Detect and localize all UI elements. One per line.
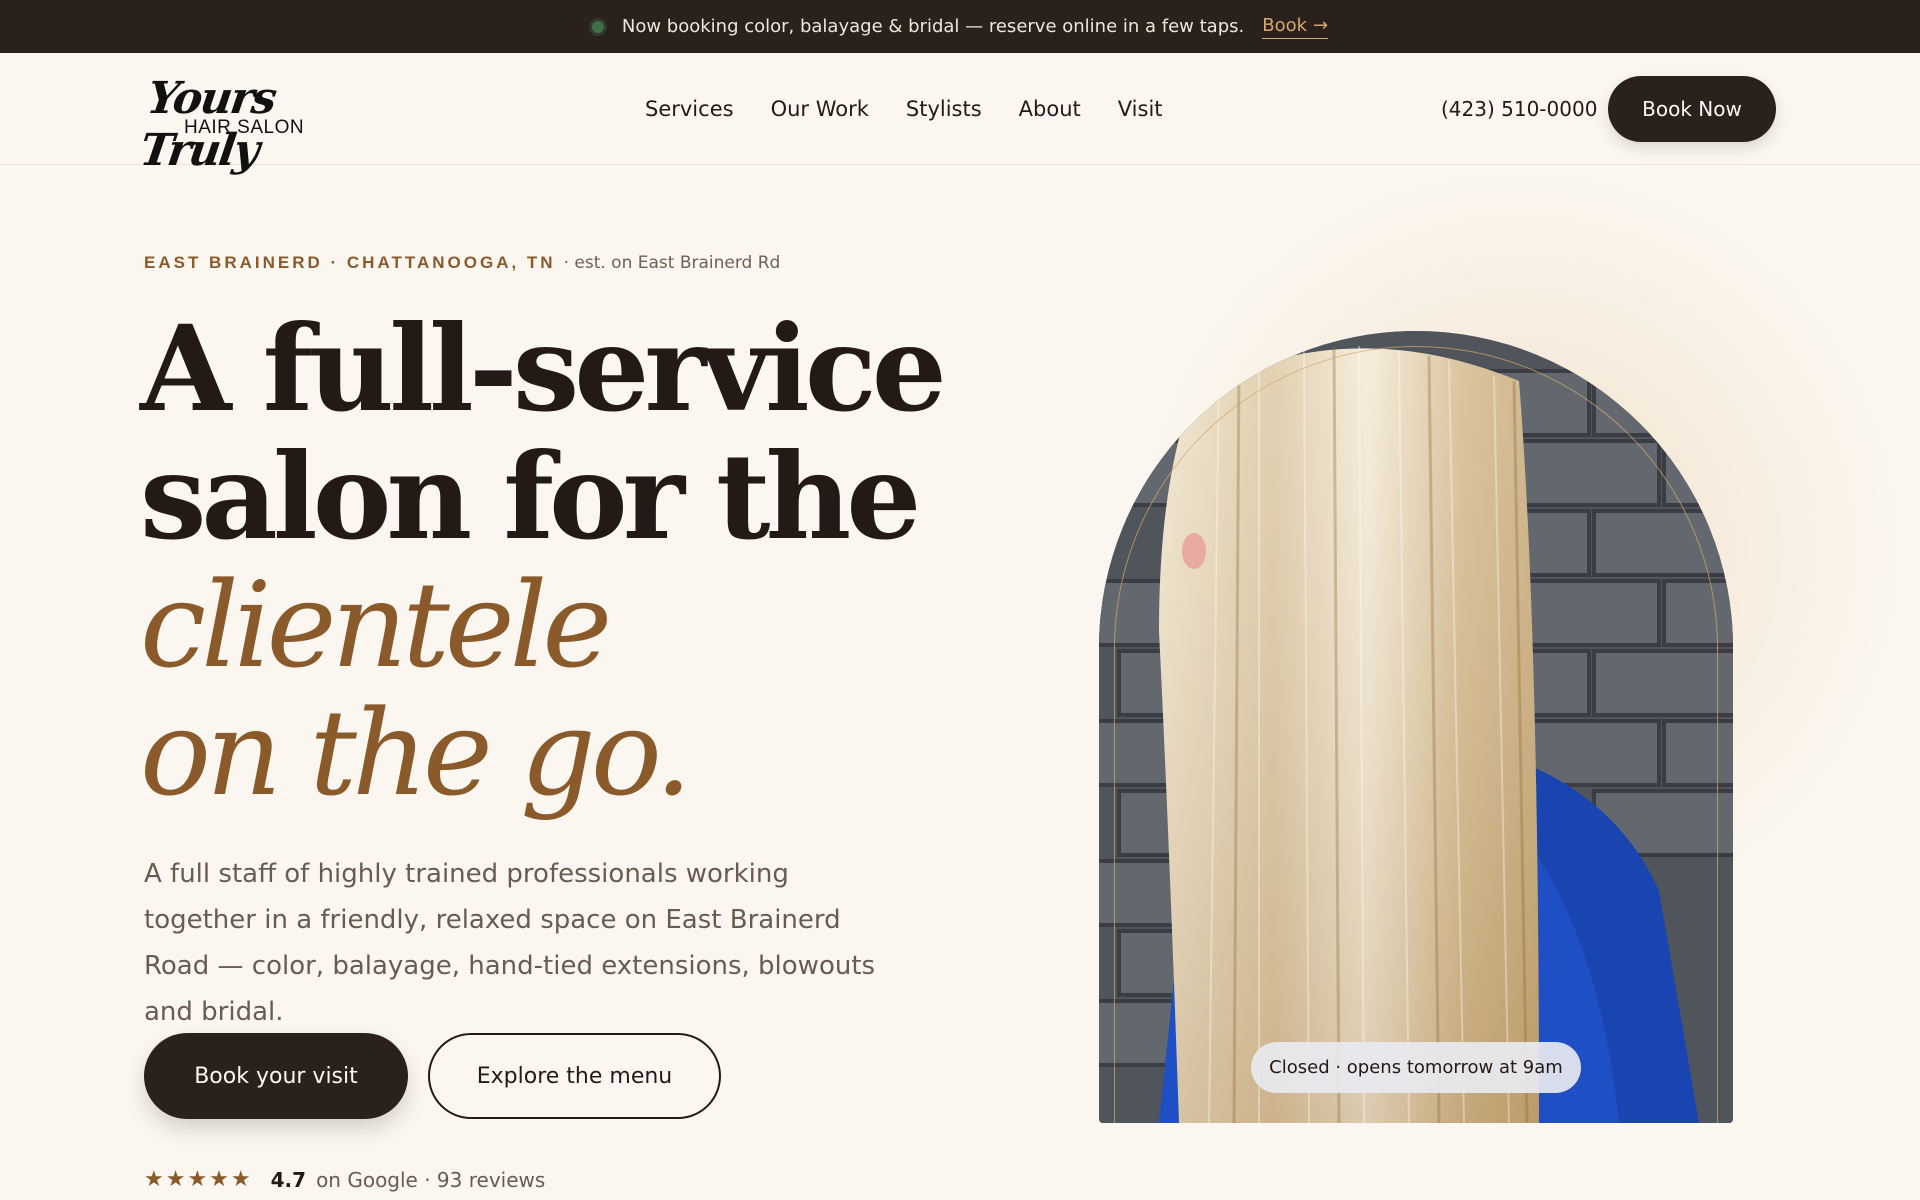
hair-photo-illustration <box>1099 331 1733 1123</box>
announcement-book-link[interactable]: Book → <box>1262 14 1329 39</box>
eyebrow-established: · est. on East Brainerd Rd <box>563 253 781 273</box>
eyebrow-location: EAST BRAINERD · CHATTANOOGA, TN <box>144 253 556 272</box>
headline-accent-line-1: clientele <box>140 556 612 694</box>
star-icon: ★★★★★ <box>144 1167 253 1192</box>
arrow-right-icon: → <box>1313 14 1329 36</box>
hero-headline: A full-service salon for the clientele o… <box>140 299 947 822</box>
rating-score: 4.7 <box>270 1167 307 1192</box>
announcement-message: Now booking color, balayage & bridal — r… <box>621 16 1245 37</box>
hero-image <box>1099 331 1733 1123</box>
main-nav: Services Our Work Stylists About Visit <box>645 53 1163 165</box>
phone-link[interactable]: (423) 510-0000 <box>1441 53 1597 165</box>
status-dot-icon <box>591 20 604 33</box>
opening-status-badge: Closed · opens tomorrow at 9am <box>1251 1042 1581 1093</box>
logo-subtitle: HAIR SALON <box>184 117 305 138</box>
book-now-button[interactable]: Book Now <box>1608 76 1776 142</box>
book-visit-button[interactable]: Book your visit <box>144 1033 408 1119</box>
nav-item-visit[interactable]: Visit <box>1118 97 1163 121</box>
hero-lede: A full staff of highly trained professio… <box>144 859 876 1027</box>
announcement-bar: Now booking color, balayage & bridal — r… <box>0 0 1920 53</box>
hero-eyebrow: EAST BRAINERD · CHATTANOOGA, TN · est. o… <box>144 253 780 273</box>
logo[interactable]: Yours Truly HAIR SALON <box>137 73 344 176</box>
announcement-book-label: Book <box>1262 14 1308 36</box>
nav-item-about[interactable]: About <box>1019 97 1081 121</box>
site-header: Yours Truly HAIR SALON Services Our Work… <box>0 53 1920 176</box>
rating-source: on Google · 93 reviews <box>316 1167 546 1192</box>
explore-menu-button[interactable]: Explore the menu <box>428 1033 721 1119</box>
headline-line-2: salon for the <box>140 427 921 566</box>
nav-item-stylists[interactable]: Stylists <box>906 97 982 121</box>
nav-item-services[interactable]: Services <box>645 97 734 121</box>
headline-accent-line-2: on the go. <box>140 684 692 822</box>
nav-item-our-work[interactable]: Our Work <box>771 97 869 121</box>
google-rating: ★★★★★ 4.7 on Google · 93 reviews <box>144 1167 545 1192</box>
headline-line-1: A full-service <box>140 299 947 438</box>
